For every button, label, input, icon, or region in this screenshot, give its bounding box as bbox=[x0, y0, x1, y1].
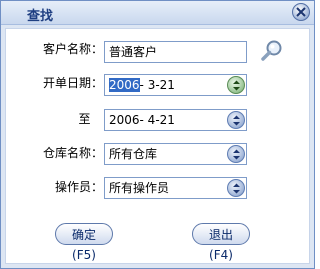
updown-arrows-icon bbox=[233, 115, 240, 126]
order-date-field[interactable]: 2006- 3-21 bbox=[104, 74, 247, 96]
order-date-label: 开单日期： bbox=[42, 76, 103, 90]
exit-button[interactable]: 退出(F4) bbox=[192, 223, 250, 262]
search-icon[interactable] bbox=[259, 39, 285, 65]
operator-select[interactable]: 所有操作员 bbox=[104, 177, 247, 199]
close-button[interactable] bbox=[292, 3, 310, 21]
warehouse-dropdown[interactable] bbox=[227, 145, 245, 163]
operator-label: 操作员： bbox=[54, 180, 103, 194]
updown-arrows-icon bbox=[233, 80, 240, 91]
to-date-dropdown[interactable] bbox=[227, 111, 245, 129]
order-date-dropdown[interactable] bbox=[227, 76, 245, 94]
updown-arrows-icon bbox=[233, 183, 240, 194]
order-date-rest: - 3-21 bbox=[139, 78, 175, 92]
title-bar: 查找 bbox=[1, 1, 314, 25]
customer-field[interactable]: 普通客户 bbox=[104, 41, 247, 63]
warehouse-label: 仓库名称： bbox=[42, 146, 103, 160]
dialog-title: 查找 bbox=[27, 9, 54, 24]
warehouse-value: 所有仓库 bbox=[109, 147, 158, 161]
customer-label: 客户名称： bbox=[42, 42, 103, 56]
operator-dropdown[interactable] bbox=[227, 179, 245, 197]
operator-value: 所有操作员 bbox=[109, 181, 170, 195]
order-date-year-selected: 2006 bbox=[109, 78, 140, 92]
warehouse-select[interactable]: 所有仓库 bbox=[104, 143, 247, 165]
to-date-label: 至 bbox=[78, 112, 91, 126]
close-icon bbox=[296, 7, 306, 17]
form-panel: 客户名称： 普通客户 开单日期： 2006- 3-21 至 2006- 4-21 bbox=[5, 28, 310, 264]
confirm-button[interactable]: 确定(F5) bbox=[55, 223, 113, 262]
to-date-field[interactable]: 2006- 4-21 bbox=[104, 109, 247, 131]
find-dialog: 查找 客户名称： 普通客户 开单日期： 2006- 3-21 至 2006- 4… bbox=[0, 0, 315, 269]
updown-arrows-icon bbox=[233, 149, 240, 160]
to-date-value: 2006- 4-21 bbox=[109, 113, 175, 127]
